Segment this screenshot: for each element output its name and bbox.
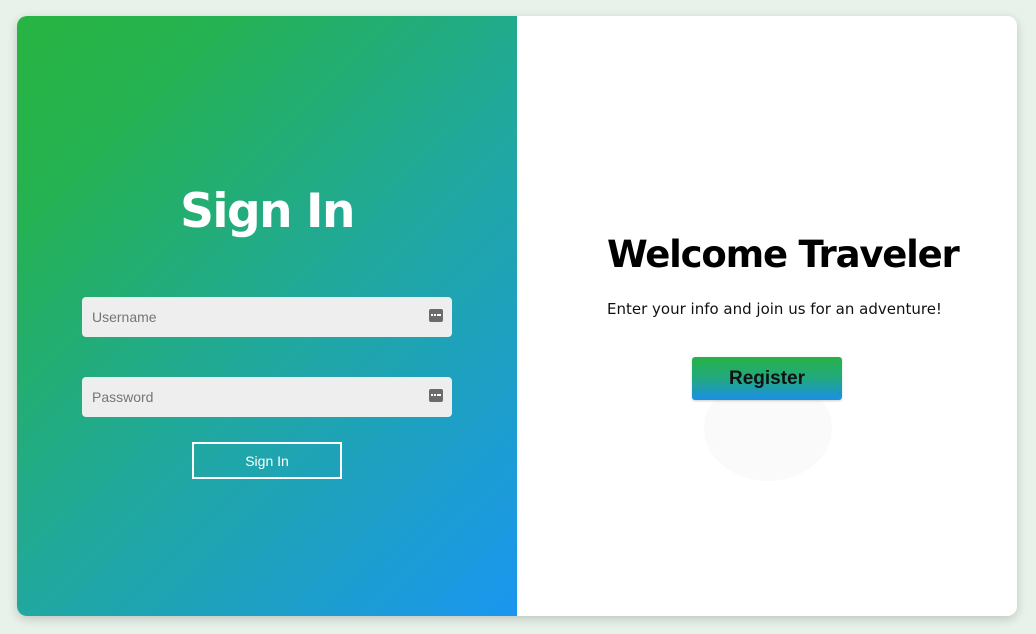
welcome-text: Enter your info and join us for an adven… <box>607 300 942 318</box>
welcome-title: Welcome Traveler <box>607 233 960 276</box>
username-field[interactable] <box>82 297 452 337</box>
auth-card: Sign In Sign In Welcome Traveler Enter y… <box>17 16 1017 616</box>
password-input[interactable] <box>82 377 422 417</box>
password-manager-key-icon[interactable] <box>429 309 443 322</box>
password-manager-key-icon[interactable] <box>429 389 443 402</box>
signin-panel: Sign In Sign In <box>17 16 517 616</box>
password-field[interactable] <box>82 377 452 417</box>
welcome-panel: Welcome Traveler Enter your info and joi… <box>517 16 1017 616</box>
signin-title: Sign In <box>180 184 355 239</box>
signin-button[interactable]: Sign In <box>192 442 342 479</box>
username-input[interactable] <box>82 297 422 337</box>
register-button[interactable]: Register <box>692 357 842 400</box>
